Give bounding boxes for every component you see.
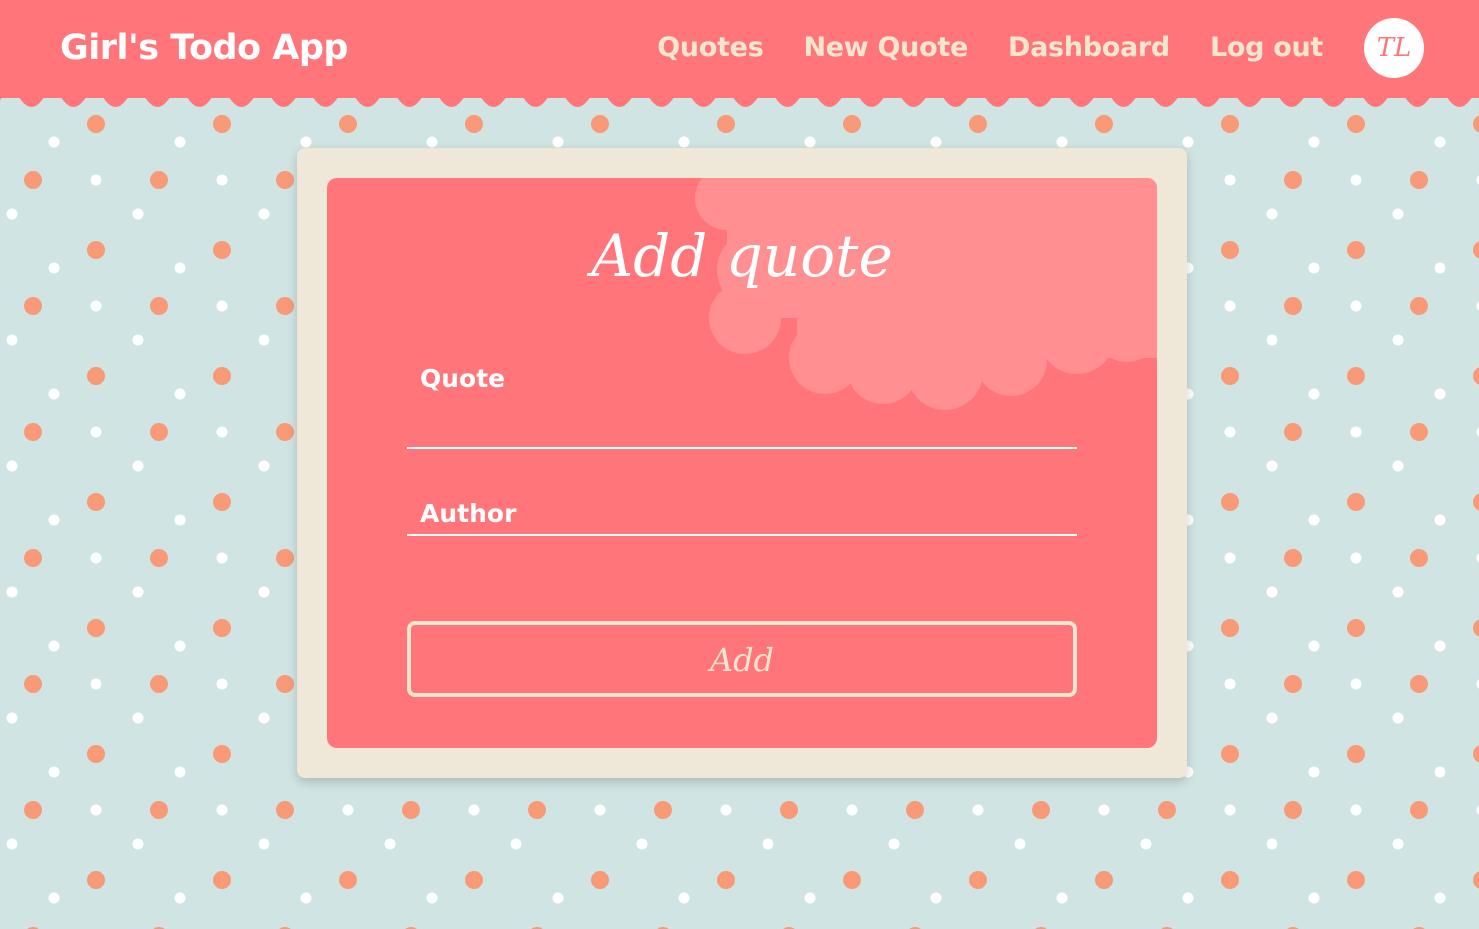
top-navbar: Girl's Todo App Quotes New Quote Dashboa… bbox=[0, 0, 1479, 98]
quote-input[interactable] bbox=[407, 408, 1081, 446]
quote-label: Quote bbox=[420, 364, 506, 393]
nav-new-quote-link[interactable]: New Quote bbox=[803, 30, 968, 66]
header-wave-divider bbox=[0, 96, 1479, 116]
brand-logo[interactable]: Girl's Todo App bbox=[60, 26, 348, 70]
nav-dashboard-link[interactable]: Dashboard bbox=[1008, 30, 1170, 66]
form-title: Add quote bbox=[591, 222, 893, 290]
add-quote-form: Add quote Quote Author Add bbox=[327, 178, 1157, 748]
main-nav: Quotes New Quote Dashboard Log out bbox=[657, 30, 1323, 66]
quote-input-underline bbox=[407, 447, 1077, 449]
nav-logout-link[interactable]: Log out bbox=[1210, 30, 1323, 66]
nav-quotes-link[interactable]: Quotes bbox=[657, 30, 764, 66]
add-quote-card: Add quote Quote Author Add bbox=[297, 148, 1187, 778]
user-avatar-icon[interactable]: TL bbox=[1364, 18, 1424, 78]
author-input[interactable] bbox=[407, 500, 1081, 534]
add-quote-button[interactable]: Add bbox=[407, 621, 1077, 697]
author-input-underline bbox=[407, 534, 1077, 536]
